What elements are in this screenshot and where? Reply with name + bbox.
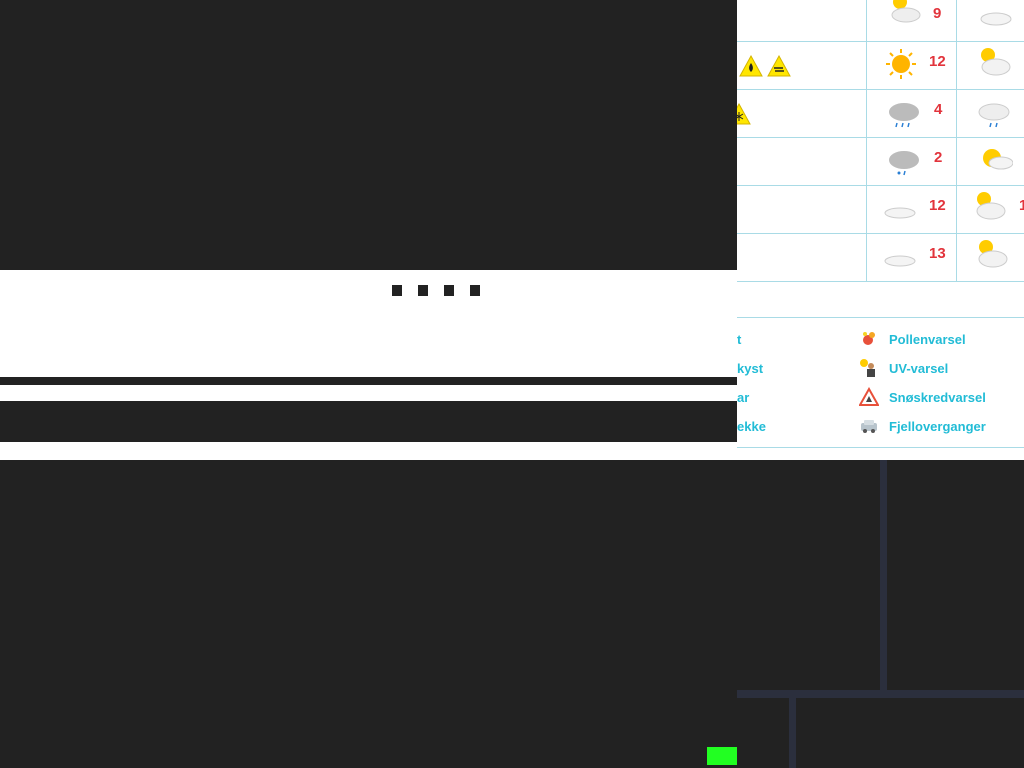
forecast-row[interactable]: 2 — [737, 137, 1024, 186]
wind-warning-icon — [767, 55, 791, 77]
temperature: 12 — [929, 197, 946, 214]
temperature: 4 — [934, 101, 943, 118]
pollen-link[interactable]: Pollenvarsel — [889, 332, 966, 347]
divider — [737, 690, 1024, 698]
status-indicator[interactable] — [707, 747, 737, 765]
loading-dot — [418, 285, 428, 296]
loading-dot — [470, 285, 480, 296]
avalanche-icon — [859, 387, 879, 406]
mountain-pass-link[interactable]: Fjelloverganger — [889, 419, 986, 434]
sun-icon — [886, 49, 916, 79]
divider — [737, 447, 1024, 448]
link-truncated[interactable]: t — [737, 332, 741, 347]
weather-page: 9 12 4 2 12 1 13 t kyst ar ekke Pollenva… — [737, 0, 1024, 460]
forecast-row[interactable]: 13 — [737, 233, 1024, 282]
fire-warning-icon — [739, 55, 763, 77]
temperature: 12 — [929, 53, 946, 70]
temperature: 13 — [929, 245, 946, 262]
partly-sunny-icon — [983, 149, 1013, 170]
loading-dot — [444, 285, 454, 296]
temperature: 9 — [933, 5, 942, 22]
uv-icon — [860, 359, 875, 377]
rain-cloud-icon — [889, 103, 919, 128]
cloud-icon — [884, 207, 916, 219]
avalanche-link[interactable]: Snøskredvarsel — [889, 390, 986, 405]
forecast-row[interactable]: 4 — [737, 89, 1024, 138]
forecast-row[interactable]: 12 1 — [737, 185, 1024, 234]
snow-warning-icon — [737, 103, 751, 125]
link-truncated[interactable]: ekke — [737, 419, 766, 434]
loading-dot — [392, 285, 402, 296]
temperature: 2 — [934, 149, 943, 166]
panel-strip — [0, 385, 737, 401]
divider — [737, 317, 1024, 318]
link-truncated[interactable]: ar — [737, 390, 749, 405]
rain-cloud-icon — [978, 103, 1010, 128]
uv-link[interactable]: UV-varsel — [889, 361, 948, 376]
loading-panel — [0, 270, 737, 377]
link-truncated[interactable]: kyst — [737, 361, 763, 376]
cloud-icon — [980, 12, 1012, 26]
partly-cloudy-icon — [981, 48, 1011, 76]
car-icon — [861, 420, 877, 433]
pollen-icon — [863, 332, 875, 345]
sleet-cloud-icon — [889, 151, 919, 176]
forecast-row[interactable]: 12 — [737, 41, 1024, 90]
cloud-icon — [884, 255, 916, 267]
forecast-row[interactable]: 9 — [737, 0, 1024, 42]
panel-strip — [0, 442, 737, 460]
divider — [880, 460, 887, 692]
temperature-partial: 1 — [1019, 197, 1024, 214]
partly-cloudy-icon — [976, 192, 1006, 220]
partly-cloudy-icon — [891, 0, 921, 23]
divider — [789, 698, 796, 768]
partly-cloudy-icon — [978, 240, 1008, 268]
